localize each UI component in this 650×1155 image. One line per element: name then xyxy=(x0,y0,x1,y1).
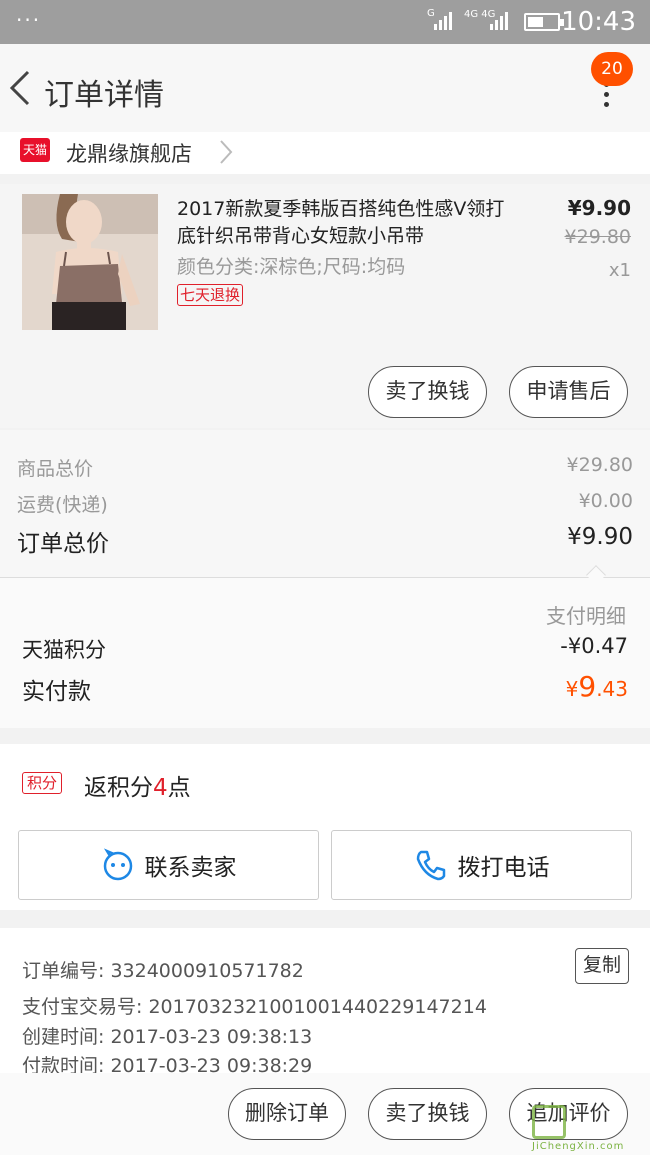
product-price: ¥9.90 xyxy=(567,196,631,220)
product-spec: 颜色分类:深棕色;尺码:均码 xyxy=(177,256,406,278)
seven-day-return-badge: 七天退换 xyxy=(177,284,244,306)
battery-icon xyxy=(524,13,564,31)
order-total-label: 订单总价 xyxy=(17,531,109,557)
after-sales-button[interactable]: 申请售后 xyxy=(509,366,628,418)
site-watermark: JiChengXin.com xyxy=(532,1105,650,1155)
tmall-points-label: 天猫积分 xyxy=(22,638,106,662)
shipping-label: 运费(快递) xyxy=(17,494,108,516)
sim1-signal-icon xyxy=(434,12,452,30)
clock: 10:43 xyxy=(561,7,636,37)
product-name[interactable]: 2017新款夏季韩版百搭纯色性感V领打底针织吊带背心女短款小吊带 xyxy=(177,196,517,250)
payment-detail: 支付明细 天猫积分 -¥0.47 实付款 ¥9.43 xyxy=(0,578,650,728)
order-info: 订单编号: 3324000910571782 复制 支付宝交易号: 201703… xyxy=(0,928,650,1073)
shop-name: 龙鼎缘旗舰店 xyxy=(66,142,192,166)
page-title: 订单详情 xyxy=(44,78,164,113)
sim2-signal-icon xyxy=(490,12,508,30)
alipay-transaction-number: 支付宝交易号: 2017032321001001440229147214 xyxy=(22,996,487,1018)
product-image[interactable] xyxy=(22,194,158,330)
sell-for-cash-button[interactable]: 卖了换钱 xyxy=(368,366,487,418)
delete-order-button[interactable]: 删除订单 xyxy=(228,1088,346,1140)
chevron-left-icon xyxy=(9,70,30,106)
order-number: 订单编号: 3324000910571782 xyxy=(22,960,304,982)
contact-seller-button[interactable]: 联系卖家 xyxy=(18,830,319,900)
tmall-logo: 天猫 xyxy=(20,138,50,162)
shop-row[interactable]: 天猫 龙鼎缘旗舰店 xyxy=(0,132,650,174)
paid-amount-label: 实付款 xyxy=(22,679,91,705)
shipping-value: ¥0.00 xyxy=(578,490,633,512)
rewards-section: 积分 返积分4点 联系卖家 拨打电话 xyxy=(0,744,650,910)
status-bar: ··· G 4G 4G 10:43 xyxy=(0,0,650,44)
phone-icon xyxy=(416,850,445,881)
product-card[interactable]: 2017新款夏季韩版百搭纯色性感V领打底针织吊带背心女短款小吊带 颜色分类:深棕… xyxy=(0,184,650,428)
app-header: 订单详情 20 xyxy=(0,44,650,132)
created-time: 创建时间: 2017-03-23 09:38:13 xyxy=(22,1026,313,1048)
call-phone-label: 拨打电话 xyxy=(457,855,550,881)
paid-time: 付款时间: 2017-03-23 09:38:29 xyxy=(22,1055,313,1073)
product-quantity: x1 xyxy=(608,260,631,281)
price-summary: 商品总价 ¥29.80 运费(快递) ¥0.00 订单总价 ¥9.90 xyxy=(0,430,650,578)
sell-for-cash-bottom-button[interactable]: 卖了换钱 xyxy=(368,1088,487,1140)
product-original-price: ¥29.80 xyxy=(564,226,631,248)
payment-detail-link[interactable]: 支付明细 xyxy=(546,600,626,629)
goods-total-value: ¥29.80 xyxy=(566,454,633,476)
back-button[interactable] xyxy=(8,68,32,112)
paid-amount-value: ¥9.43 xyxy=(565,670,628,703)
order-total-value: ¥9.90 xyxy=(567,524,633,550)
goods-total-label: 商品总价 xyxy=(17,458,94,480)
chat-face-icon xyxy=(103,848,132,881)
more-menu-button[interactable] xyxy=(596,82,616,112)
tmall-points-value: -¥0.47 xyxy=(560,634,628,658)
chevron-right-icon xyxy=(220,140,233,164)
points-tag: 积分 xyxy=(22,772,63,794)
more-notifications-icon: ··· xyxy=(16,8,42,32)
copy-button[interactable]: 复制 xyxy=(575,948,629,984)
points-reward-text: 返积分4点 xyxy=(84,775,191,801)
call-phone-button[interactable]: 拨打电话 xyxy=(331,830,632,900)
notification-badge: 20 xyxy=(591,52,633,86)
contact-seller-label: 联系卖家 xyxy=(144,855,237,881)
